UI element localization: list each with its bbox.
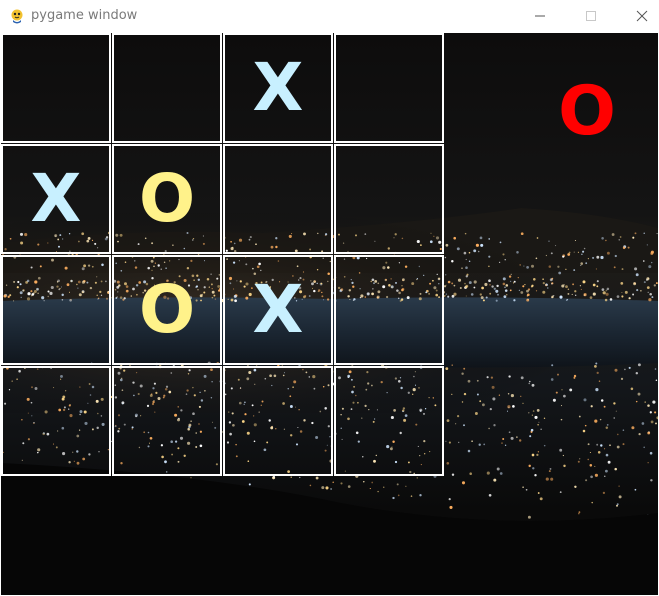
maximize-button[interactable] (568, 0, 614, 33)
board-cell[interactable] (112, 366, 222, 476)
game-board: XXOOX (1, 33, 446, 478)
board-cell[interactable] (1, 255, 111, 365)
board-cell[interactable] (1, 33, 111, 143)
maximize-icon (586, 11, 596, 21)
o-mark: O (138, 160, 196, 237)
board-cell[interactable] (1, 366, 111, 476)
x-mark: X (252, 271, 304, 348)
close-icon (636, 10, 648, 22)
x-mark: X (252, 49, 304, 126)
close-button[interactable] (619, 0, 659, 33)
board-cell[interactable] (334, 366, 444, 476)
pygame-window: pygame window X X O O X O (0, 0, 659, 596)
window-title: pygame window (31, 8, 138, 23)
board-cell[interactable]: O (112, 255, 222, 365)
board-cell[interactable] (334, 33, 444, 143)
board-cell[interactable] (112, 33, 222, 143)
pygame-snake-icon (11, 9, 23, 24)
board-cell[interactable] (223, 144, 333, 254)
board-cell[interactable] (334, 144, 444, 254)
o-mark: O (138, 271, 196, 348)
board-cell[interactable]: X (1, 144, 111, 254)
x-mark: X (30, 160, 82, 237)
game-canvas[interactable]: XXOOX O (1, 33, 658, 595)
board-cell[interactable]: X (223, 255, 333, 365)
board-cell[interactable]: X (223, 33, 333, 143)
board-cell[interactable] (334, 255, 444, 365)
current-turn-mark: O (558, 72, 616, 151)
board-cell[interactable]: O (112, 144, 222, 254)
minimize-button[interactable] (517, 0, 563, 33)
minimize-icon (535, 15, 545, 17)
title-bar[interactable]: pygame window (0, 0, 659, 33)
board-cell[interactable] (223, 366, 333, 476)
